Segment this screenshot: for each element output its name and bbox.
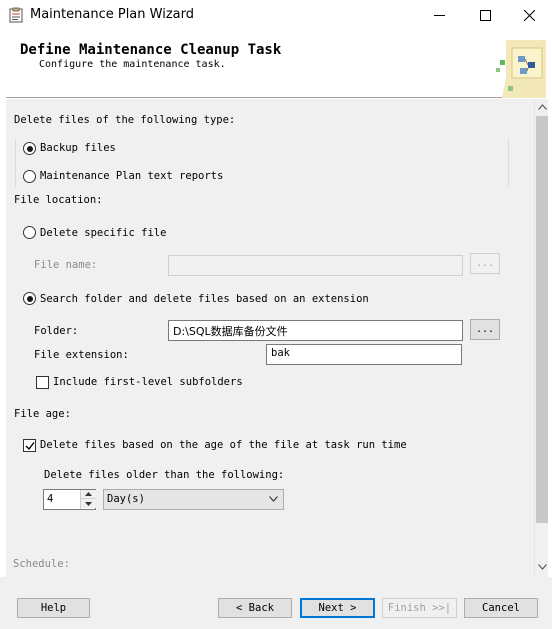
page-subtitle: Configure the maintenance task. (39, 59, 226, 70)
chevron-down-icon (85, 501, 92, 506)
delete-type-group-border (15, 139, 16, 187)
back-button[interactable]: < Back (218, 598, 292, 618)
include-subfolders-checkbox[interactable] (36, 376, 49, 389)
folder-browse-button[interactable]: ... (470, 319, 500, 340)
text-reports-radio[interactable] (23, 170, 36, 183)
file-extension-label: File extension: (34, 349, 129, 361)
search-folder-label[interactable]: Search folder and delete files based on … (40, 293, 369, 305)
maximize-icon (479, 10, 491, 21)
window-title: Maintenance Plan Wizard (30, 7, 194, 22)
schedule-label: Schedule: (13, 558, 70, 570)
text-reports-label[interactable]: Maintenance Plan text reports (40, 170, 223, 182)
age-amount-stepper[interactable]: 4 (43, 489, 96, 510)
chevron-up-icon (537, 104, 547, 110)
file-name-label: File name: (34, 259, 98, 271)
folder-input[interactable]: D:\SQL数据库备份文件 (168, 320, 463, 341)
scroll-up-button[interactable] (535, 99, 549, 115)
delete-by-age-label[interactable]: Delete files based on the age of the fil… (40, 439, 407, 451)
older-than-label: Delete files older than the following: (44, 469, 285, 481)
checkmark-icon (25, 441, 35, 450)
next-button[interactable]: Next > (300, 598, 375, 618)
cancel-button[interactable]: Cancel (464, 598, 538, 618)
maintenance-plan-app-icon (9, 7, 23, 23)
delete-by-age-checkbox[interactable] (23, 439, 36, 452)
title-bar: Maintenance Plan Wizard (0, 0, 552, 31)
scroll-down-button[interactable] (535, 559, 549, 575)
file-name-browse-button[interactable]: ... (470, 253, 500, 274)
close-icon (523, 10, 535, 21)
wizard-header: Define Maintenance Cleanup Task Configur… (6, 36, 546, 98)
delete-specific-file-label[interactable]: Delete specific file (40, 227, 166, 239)
folder-label: Folder: (34, 325, 79, 337)
stepper-buttons (80, 490, 96, 509)
backup-files-radio[interactable] (23, 142, 36, 155)
vertical-scrollbar[interactable] (534, 99, 548, 577)
file-location-label: File location: (14, 194, 103, 206)
delete-specific-file-radio[interactable] (23, 226, 36, 239)
stepper-up-button[interactable] (81, 490, 96, 499)
close-button[interactable] (506, 0, 552, 31)
cleanup-task-form: Delete files of the following type: Back… (6, 99, 534, 577)
chevron-down-icon (537, 564, 547, 570)
age-unit-value: Day(s) (107, 493, 145, 505)
backup-files-label[interactable]: Backup files (40, 142, 116, 154)
scroll-thumb[interactable] (536, 116, 548, 523)
minimize-button[interactable] (416, 0, 462, 31)
maximize-button[interactable] (462, 0, 508, 31)
page-title: Define Maintenance Cleanup Task (20, 42, 282, 58)
delete-type-group-border (508, 139, 509, 187)
minimize-icon (433, 15, 445, 16)
finish-button[interactable]: Finish >>| (382, 598, 457, 618)
age-unit-select[interactable]: Day(s) (103, 489, 284, 510)
include-subfolders-label[interactable]: Include first-level subfolders (53, 376, 243, 388)
stepper-down-button[interactable] (81, 499, 96, 508)
delete-type-label: Delete files of the following type: (14, 114, 236, 126)
help-button[interactable]: Help (17, 598, 90, 618)
file-name-input[interactable] (168, 255, 463, 276)
wizard-footer: Help < Back Next > Finish >>| Cancel (0, 577, 552, 629)
file-age-label: File age: (14, 408, 71, 420)
file-extension-input[interactable]: bak (266, 344, 462, 365)
chevron-down-icon (269, 496, 278, 502)
age-amount-value[interactable]: 4 (47, 493, 53, 505)
search-folder-radio[interactable] (23, 292, 36, 305)
wizard-banner-icon (496, 40, 546, 98)
chevron-up-icon (85, 492, 92, 496)
